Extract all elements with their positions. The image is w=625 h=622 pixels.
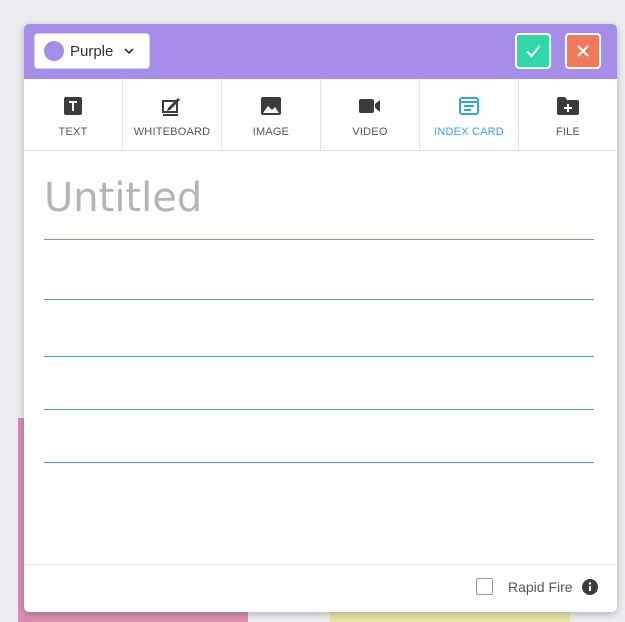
tab-image[interactable]: IMAGE	[222, 79, 321, 150]
tab-text[interactable]: TEXT	[24, 79, 123, 150]
tab-file[interactable]: FILE	[519, 79, 617, 150]
info-icon[interactable]	[582, 579, 598, 595]
file-add-icon	[557, 97, 579, 115]
tab-index-card[interactable]: INDEX CARD	[420, 79, 519, 150]
card-line	[44, 356, 594, 357]
index-card-editor[interactable]: Untitled	[24, 151, 617, 565]
card-line	[44, 299, 594, 300]
tab-label: WHITEBOARD	[133, 126, 211, 138]
tab-label: IMAGE	[252, 126, 290, 138]
image-icon	[261, 97, 281, 115]
title-input[interactable]: Untitled	[44, 175, 584, 225]
dialog-footer: Rapid Fire	[24, 564, 617, 612]
rapid-fire-checkbox[interactable]	[476, 578, 493, 595]
rapid-fire-label: Rapid Fire	[508, 579, 573, 595]
cancel-button[interactable]	[565, 33, 601, 69]
color-select[interactable]: Purple	[34, 33, 150, 69]
card-line	[44, 462, 594, 463]
tab-label: FILE	[555, 126, 581, 138]
confirm-button[interactable]	[515, 33, 551, 69]
title-rule	[44, 239, 594, 240]
color-select-label: Purple	[70, 42, 114, 60]
tab-label: INDEX CARD	[434, 126, 504, 138]
card-line	[44, 409, 594, 410]
close-icon	[577, 45, 589, 57]
text-icon	[64, 97, 82, 115]
tab-video[interactable]: VIDEO	[321, 79, 420, 150]
tab-label: TEXT	[58, 126, 88, 138]
index-card-icon	[459, 97, 479, 115]
tab-whiteboard[interactable]: WHITEBOARD	[123, 79, 222, 150]
color-swatch	[44, 41, 64, 61]
new-note-dialog: Purple TEXT WHITEBOARD IMAGE VIDEO INDEX…	[24, 24, 617, 612]
dialog-header: Purple	[24, 24, 617, 79]
tab-label: VIDEO	[352, 126, 388, 138]
note-type-tabs: TEXT WHITEBOARD IMAGE VIDEO INDEX CARD F…	[24, 79, 617, 151]
check-icon	[526, 45, 541, 58]
whiteboard-icon	[162, 98, 180, 116]
video-icon	[359, 99, 380, 113]
chevron-down-icon	[124, 48, 134, 55]
